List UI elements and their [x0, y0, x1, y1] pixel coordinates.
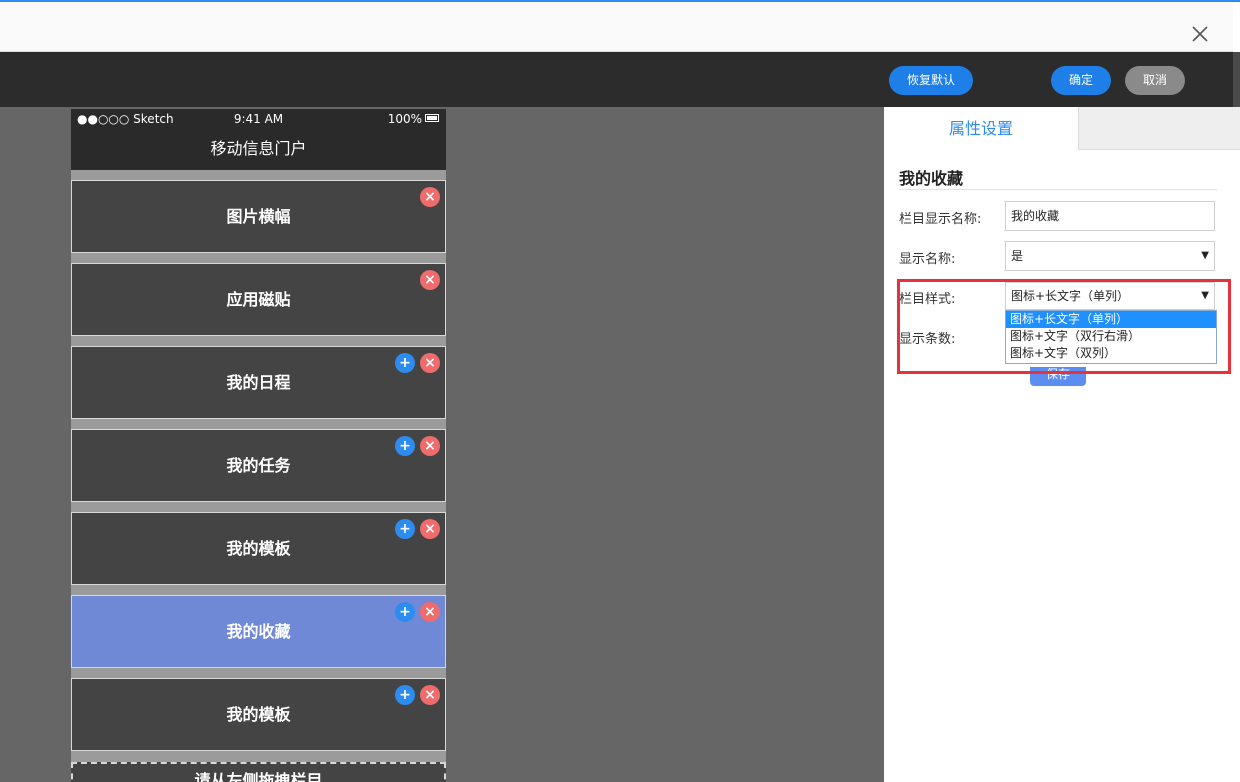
delete-icon[interactable]: ×	[420, 353, 440, 373]
close-icon[interactable]	[1186, 20, 1214, 48]
block-my-templates[interactable]: 我的模板 + ×	[71, 512, 446, 585]
dialog-titlebar	[0, 2, 1233, 52]
delete-icon[interactable]: ×	[420, 270, 440, 290]
style-option[interactable]: 图标+文字（双行右滑）	[1006, 328, 1216, 345]
block-my-templates-2[interactable]: 我的模板 + ×	[71, 678, 446, 751]
block-picture-banner[interactable]: 图片横幅 ×	[71, 180, 446, 253]
style-option[interactable]: 图标+长文字（单列）	[1006, 311, 1216, 328]
delete-icon[interactable]: ×	[420, 685, 440, 705]
window-edge-dark	[1233, 52, 1240, 107]
divider	[899, 189, 1217, 190]
block-label: 我的任务	[226, 456, 291, 475]
caret-down-icon: ▼	[1201, 250, 1209, 261]
block-label: 图片横幅	[226, 207, 291, 226]
show-name-label: 显示名称:	[899, 252, 956, 267]
column-name-label: 栏目显示名称:	[899, 212, 982, 227]
show-name-value: 是	[1011, 249, 1024, 263]
confirm-button[interactable]: 确定	[1051, 66, 1111, 95]
block-my-favorites[interactable]: 我的收藏 + ×	[71, 595, 446, 668]
block-my-tasks[interactable]: 我的任务 + ×	[71, 429, 446, 502]
block-app-tiles[interactable]: 应用磁贴 ×	[71, 263, 446, 336]
style-dropdown-list: 图标+长文字（单列） 图标+文字（双行右滑） 图标+文字（双列）	[1005, 310, 1217, 364]
style-value: 图标+长文字（单列）	[1011, 289, 1130, 303]
phone-page-title: 移动信息门户	[71, 129, 446, 170]
add-icon[interactable]: +	[395, 353, 415, 373]
style-label: 栏目样式:	[899, 292, 956, 307]
count-label: 显示条数:	[899, 332, 956, 347]
phone-preview: ●●○○○ Sketch 9:41 AM 100% 移动信息门户 图片横幅 × …	[71, 109, 446, 782]
cancel-button[interactable]: 取消	[1125, 66, 1185, 95]
delete-icon[interactable]: ×	[420, 436, 440, 456]
block-label: 我的模板	[226, 705, 291, 724]
phone-status-bar: ●●○○○ Sketch 9:41 AM 100%	[71, 109, 446, 129]
save-button[interactable]: 保存	[1030, 367, 1086, 386]
delete-icon[interactable]: ×	[420, 187, 440, 207]
style-option[interactable]: 图标+文字（双列）	[1006, 345, 1216, 362]
window-edge	[1233, 2, 1240, 52]
block-label: 我的模板	[226, 539, 291, 558]
add-icon[interactable]: +	[395, 519, 415, 539]
tab-secondary[interactable]	[1078, 107, 1240, 150]
block-label: 我的收藏	[226, 622, 291, 641]
drop-zone[interactable]: 请从左侧拖拽栏目	[71, 762, 446, 782]
action-toolbar: 恢复默认 确定 取消	[0, 52, 1233, 107]
column-name-input[interactable]: 我的收藏	[1005, 201, 1215, 231]
style-select[interactable]: 图标+长文字（单列） ▼	[1005, 282, 1215, 310]
add-icon[interactable]: +	[395, 436, 415, 456]
tab-properties[interactable]: 属性设置	[884, 107, 1078, 150]
block-label: 应用磁贴	[226, 290, 291, 309]
restore-default-button[interactable]: 恢复默认	[889, 66, 973, 95]
block-label: 我的日程	[226, 373, 291, 392]
section-title: 我的收藏	[899, 169, 964, 188]
delete-icon[interactable]: ×	[420, 602, 440, 622]
block-my-schedule[interactable]: 我的日程 + ×	[71, 346, 446, 419]
caret-down-icon: ▼	[1201, 290, 1209, 301]
properties-panel: 属性设置 我的收藏 栏目显示名称: 我的收藏 显示名称: 是 ▼ 栏目样式: 图…	[884, 107, 1240, 782]
show-name-select[interactable]: 是 ▼	[1005, 241, 1215, 271]
battery-percent: 100%	[387, 112, 422, 126]
add-icon[interactable]: +	[395, 602, 415, 622]
battery-icon	[425, 114, 439, 122]
delete-icon[interactable]: ×	[420, 519, 440, 539]
add-icon[interactable]: +	[395, 685, 415, 705]
